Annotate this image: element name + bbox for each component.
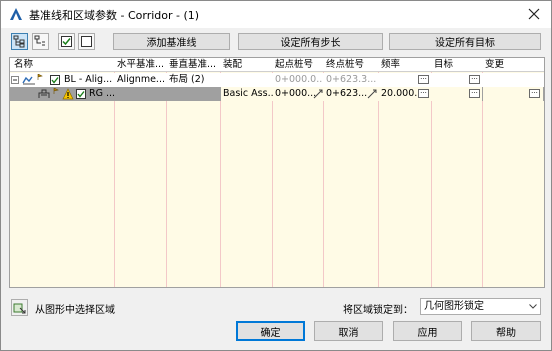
cell-assembly — [221, 73, 271, 87]
uncheck-all-button[interactable] — [78, 33, 95, 50]
baseline-row[interactable]: BL - Alig... Alignme... 布局 (2) 0+000.0..… — [10, 73, 544, 87]
grid-header: 名称 水平基准... 垂直基准... 装配 起点桩号 终点桩号 频率 目标 变更 — [10, 58, 544, 72]
lock-regions-select[interactable]: 几何图形锁定 — [420, 298, 541, 315]
tree-expand-icon — [13, 35, 25, 48]
baseline-icon — [22, 76, 35, 85]
col-header-horizontal-baseline[interactable]: 水平基准... — [115, 58, 165, 72]
set-all-frequencies-button[interactable]: 设定所有步长 — [238, 33, 383, 50]
region-row[interactable]: RG ... Basic Ass... 0+000... 0+623... 20… — [10, 87, 544, 101]
flag-marker-icon — [37, 74, 43, 80]
check-icon — [51, 77, 59, 84]
cell-horizontal-baseline[interactable]: Alignme... — [115, 73, 165, 87]
dialog-window: 基准线和区域参数 - Corridor - (1) 添加基准线 设定所有步长 设… — [0, 0, 552, 351]
collapse-tree-button[interactable] — [32, 33, 49, 50]
help-button[interactable]: 帮助 — [471, 321, 541, 341]
pick-region-label: 从图形中选择区域 — [35, 305, 115, 316]
override-ellipsis-button[interactable]: ··· — [529, 89, 540, 98]
lock-regions-value: 几何图形锁定 — [424, 301, 484, 312]
flag-marker-icon — [53, 88, 59, 94]
close-icon[interactable] — [525, 5, 543, 23]
col-header-vertical-baseline[interactable]: 垂直基准... — [167, 58, 219, 72]
col-header-override[interactable]: 变更 — [483, 58, 543, 72]
window-title: 基准线和区域参数 - Corridor - (1) — [29, 9, 200, 22]
lock-regions-label: 将区域锁定到： — [343, 305, 413, 316]
cell-start-station: 0+000.0... — [275, 74, 322, 85]
checkbox-unchecked-icon — [81, 36, 92, 47]
target-ellipsis-button[interactable]: ··· — [469, 75, 480, 84]
target-ellipsis-button[interactable]: ··· — [469, 89, 480, 98]
col-header-start-station[interactable]: 起点桩号 — [273, 58, 322, 72]
col-header-name[interactable]: 名称 — [12, 58, 112, 72]
tree-collapse-icon — [34, 35, 45, 46]
cell-end-station: 0+623.3... — [326, 74, 377, 85]
pick-region-icon — [13, 303, 26, 314]
add-baseline-button[interactable]: 添加基准线 — [113, 33, 230, 50]
frequency-ellipsis-button[interactable]: ··· — [418, 89, 429, 98]
check-icon — [77, 91, 85, 98]
cancel-button[interactable]: 取消 — [314, 321, 383, 341]
checkbox-checked-icon — [61, 36, 72, 47]
col-header-target[interactable]: 目标 — [432, 58, 481, 72]
cell-assembly[interactable]: Basic Ass... — [221, 87, 273, 101]
frequency-ellipsis-button[interactable]: ··· — [418, 75, 429, 84]
ok-button[interactable]: 确定 — [236, 321, 305, 341]
col-header-assembly[interactable]: 装配 — [221, 58, 271, 72]
apply-button[interactable]: 应用 — [393, 321, 462, 341]
col-header-end-station[interactable]: 终点桩号 — [324, 58, 377, 72]
pick-region-button[interactable] — [11, 299, 28, 316]
toolbar: 添加基准线 设定所有步长 设定所有目标 — [1, 31, 551, 53]
warning-icon — [62, 88, 74, 100]
title-bar: 基准线和区域参数 - Corridor - (1) — [1, 1, 551, 28]
baseline-checkbox[interactable] — [50, 75, 60, 85]
collapse-toggle-icon[interactable] — [11, 76, 19, 84]
civil3d-app-icon — [10, 8, 22, 20]
region-checkbox[interactable] — [76, 89, 86, 99]
set-all-targets-button[interactable]: 设定所有目标 — [389, 33, 541, 50]
baseline-region-grid[interactable]: 名称 水平基准... 垂直基准... 装配 起点桩号 终点桩号 频率 目标 变更 — [9, 57, 545, 288]
col-header-frequency[interactable]: 频率 — [379, 58, 430, 72]
chevron-down-icon — [529, 304, 537, 309]
pick-station-icon[interactable] — [313, 89, 323, 99]
pick-station-icon[interactable] — [367, 89, 377, 99]
cell-name: RG ... — [89, 88, 114, 99]
cell-vertical-baseline[interactable]: 布局 (2) — [167, 73, 219, 87]
cell-name: BL - Alig... — [64, 74, 113, 85]
check-all-button[interactable] — [58, 33, 75, 50]
region-icon — [38, 89, 50, 98]
expand-tree-button[interactable] — [11, 33, 28, 50]
